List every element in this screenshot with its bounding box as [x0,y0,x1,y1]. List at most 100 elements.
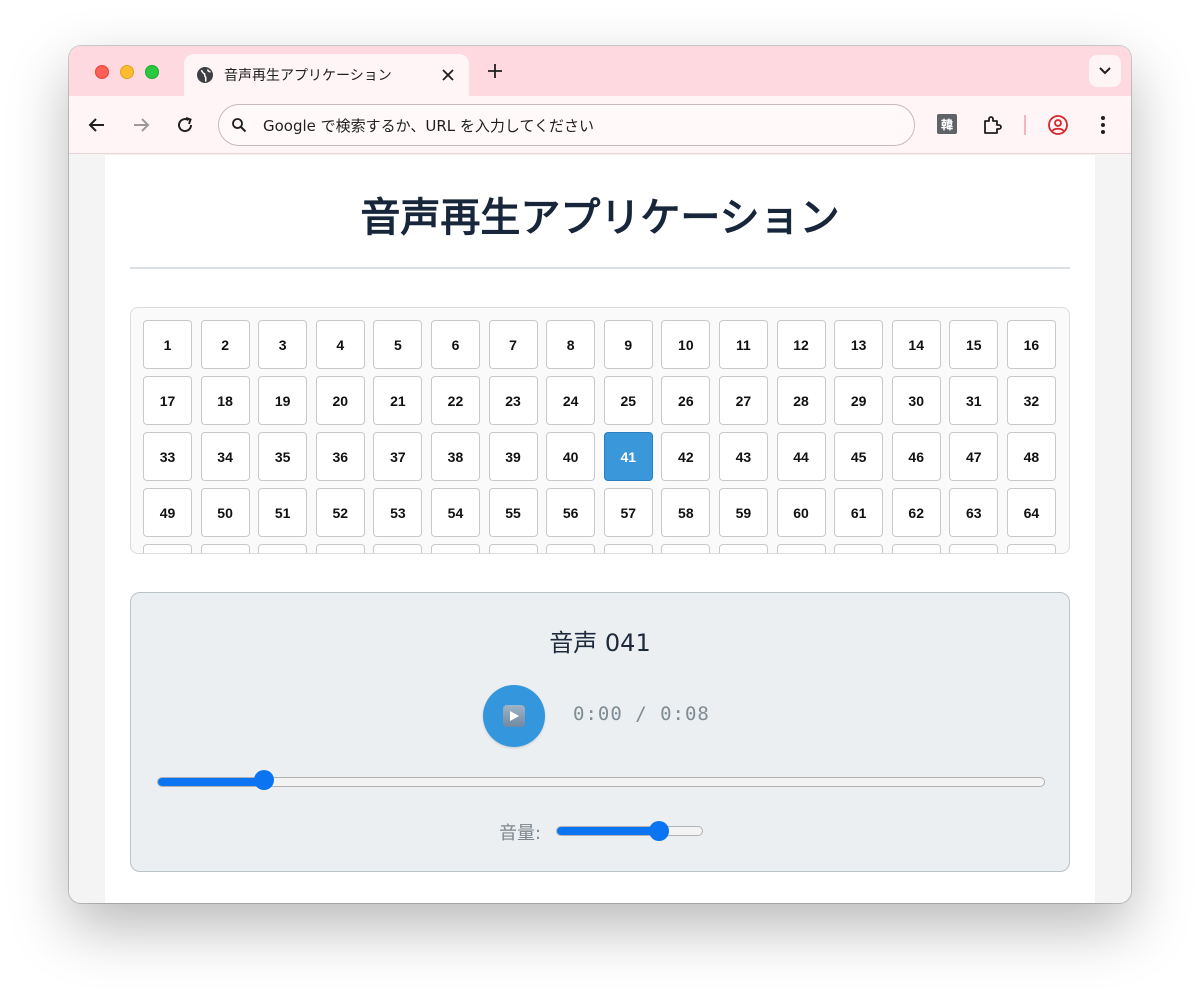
track-number-button[interactable]: 21 [373,376,423,425]
puzzle-icon[interactable] [980,113,1004,137]
track-number-button[interactable]: 49 [143,488,192,537]
track-number-button[interactable]: 55 [488,488,538,537]
track-number-button[interactable]: 57 [603,488,653,537]
profile-icon[interactable] [1046,113,1070,137]
track-number-button[interactable]: 35 [258,432,308,481]
seek-slider[interactable] [157,777,1045,787]
track-number-button[interactable]: 48 [1006,432,1056,481]
seek-slider-thumb[interactable] [253,770,274,790]
track-number-button[interactable]: 27 [718,376,768,425]
track-number-button[interactable]: 62 [891,488,941,537]
track-number-button[interactable]: 32 [1006,376,1056,425]
track-number-button[interactable]: 37 [373,432,423,481]
track-number-button[interactable]: 19 [258,376,308,425]
track-number-button[interactable]: 11 [718,320,768,369]
track-number-button[interactable]: 46 [891,432,941,481]
track-number-button[interactable]: 38 [430,432,480,481]
track-number-button[interactable]: 31 [949,376,999,425]
browser-tab[interactable]: 音声再生アプリケーション [184,54,469,96]
track-number-button[interactable]: 78 [891,544,941,553]
track-number-button[interactable]: 42 [661,432,711,481]
extension-badge[interactable]: 韓 [937,114,957,134]
track-number-button[interactable]: 54 [430,488,480,537]
track-number-button[interactable]: 56 [546,488,596,537]
volume-slider[interactable] [556,826,703,836]
close-icon[interactable] [439,66,457,84]
track-number-button[interactable]: 39 [488,432,538,481]
track-number-button[interactable]: 63 [949,488,999,537]
track-number-button[interactable]: 59 [718,488,768,537]
track-number-button[interactable]: 43 [718,432,768,481]
track-number-button[interactable]: 72 [546,544,596,553]
track-number-button[interactable]: 73 [603,544,653,553]
track-number-button[interactable]: 28 [776,376,826,425]
track-number-button[interactable]: 61 [834,488,884,537]
window-close-button[interactable] [95,65,109,79]
track-number-button[interactable]: 74 [661,544,711,553]
track-number-button[interactable]: 15 [949,320,999,369]
track-number-button[interactable]: 16 [1006,320,1056,369]
track-number-button[interactable]: 45 [834,432,884,481]
reload-icon[interactable] [173,113,197,137]
track-number-button[interactable]: 22 [430,376,480,425]
track-number-button[interactable]: 80 [1006,544,1056,553]
track-number-button[interactable]: 4 [315,320,365,369]
track-number-button[interactable]: 34 [200,432,250,481]
track-number-button[interactable]: 67 [258,544,308,553]
track-number-button[interactable]: 17 [143,376,192,425]
track-number-button[interactable]: 1 [143,320,192,369]
track-number-button[interactable]: 33 [143,432,192,481]
track-number-button[interactable]: 20 [315,376,365,425]
track-number-button[interactable]: 75 [718,544,768,553]
track-number-button[interactable]: 26 [661,376,711,425]
track-number-button[interactable]: 24 [546,376,596,425]
menu-dots-icon[interactable] [1091,113,1115,137]
window-maximize-button[interactable] [145,65,159,79]
address-bar[interactable]: Google で検索するか、URL を入力してください [218,104,915,146]
track-number-button[interactable]: 79 [949,544,999,553]
track-number-button[interactable]: 58 [661,488,711,537]
track-number-button[interactable]: 76 [776,544,826,553]
track-number-button[interactable]: 52 [315,488,365,537]
track-number-button[interactable]: 77 [834,544,884,553]
track-number-button[interactable]: 65 [143,544,192,553]
track-number-button[interactable]: 50 [200,488,250,537]
track-number-button[interactable]: 14 [891,320,941,369]
track-number-button[interactable]: 47 [949,432,999,481]
track-number-button[interactable]: 13 [834,320,884,369]
track-number-button[interactable]: 5 [373,320,423,369]
window-minimize-button[interactable] [120,65,134,79]
track-number-button[interactable]: 40 [546,432,596,481]
track-number-button[interactable]: 53 [373,488,423,537]
track-number-button[interactable]: 7 [488,320,538,369]
track-number-button[interactable]: 70 [430,544,480,553]
track-number-button[interactable]: 10 [661,320,711,369]
track-number-button[interactable]: 36 [315,432,365,481]
track-grid-container[interactable]: 1 2 3 4 5 6 7 8 9 10 11 12 13 14 15 16 17 18 19 20 21 22 23 24 2… [130,307,1070,554]
track-number-button[interactable]: 69 [373,544,423,553]
track-number-button[interactable]: 25 [603,376,653,425]
forward-arrow-icon[interactable] [129,113,153,137]
chevron-down-icon[interactable] [1089,55,1121,87]
track-number-button[interactable]: 60 [776,488,826,537]
track-number-button[interactable]: 44 [776,432,826,481]
plus-icon[interactable] [485,61,505,81]
track-number-button[interactable]: 29 [834,376,884,425]
track-number-button[interactable]: 2 [200,320,250,369]
track-number-button[interactable]: 18 [200,376,250,425]
track-number-button[interactable]: 68 [315,544,365,553]
track-number-button[interactable]: 71 [488,544,538,553]
track-number-button[interactable]: 51 [258,488,308,537]
back-arrow-icon[interactable] [85,113,109,137]
track-number-button[interactable]: 12 [776,320,826,369]
track-number-button[interactable]: 30 [891,376,941,425]
track-number-button[interactable]: 23 [488,376,538,425]
track-number-button[interactable]: 9 [603,320,653,369]
play-button[interactable] [483,685,545,747]
track-number-button[interactable]: 64 [1006,488,1056,537]
track-number-button[interactable]: 3 [258,320,308,369]
track-number-button[interactable]: 41 [603,432,653,481]
volume-slider-thumb[interactable] [648,821,669,841]
track-number-button[interactable]: 6 [430,320,480,369]
track-number-button[interactable]: 8 [546,320,596,369]
